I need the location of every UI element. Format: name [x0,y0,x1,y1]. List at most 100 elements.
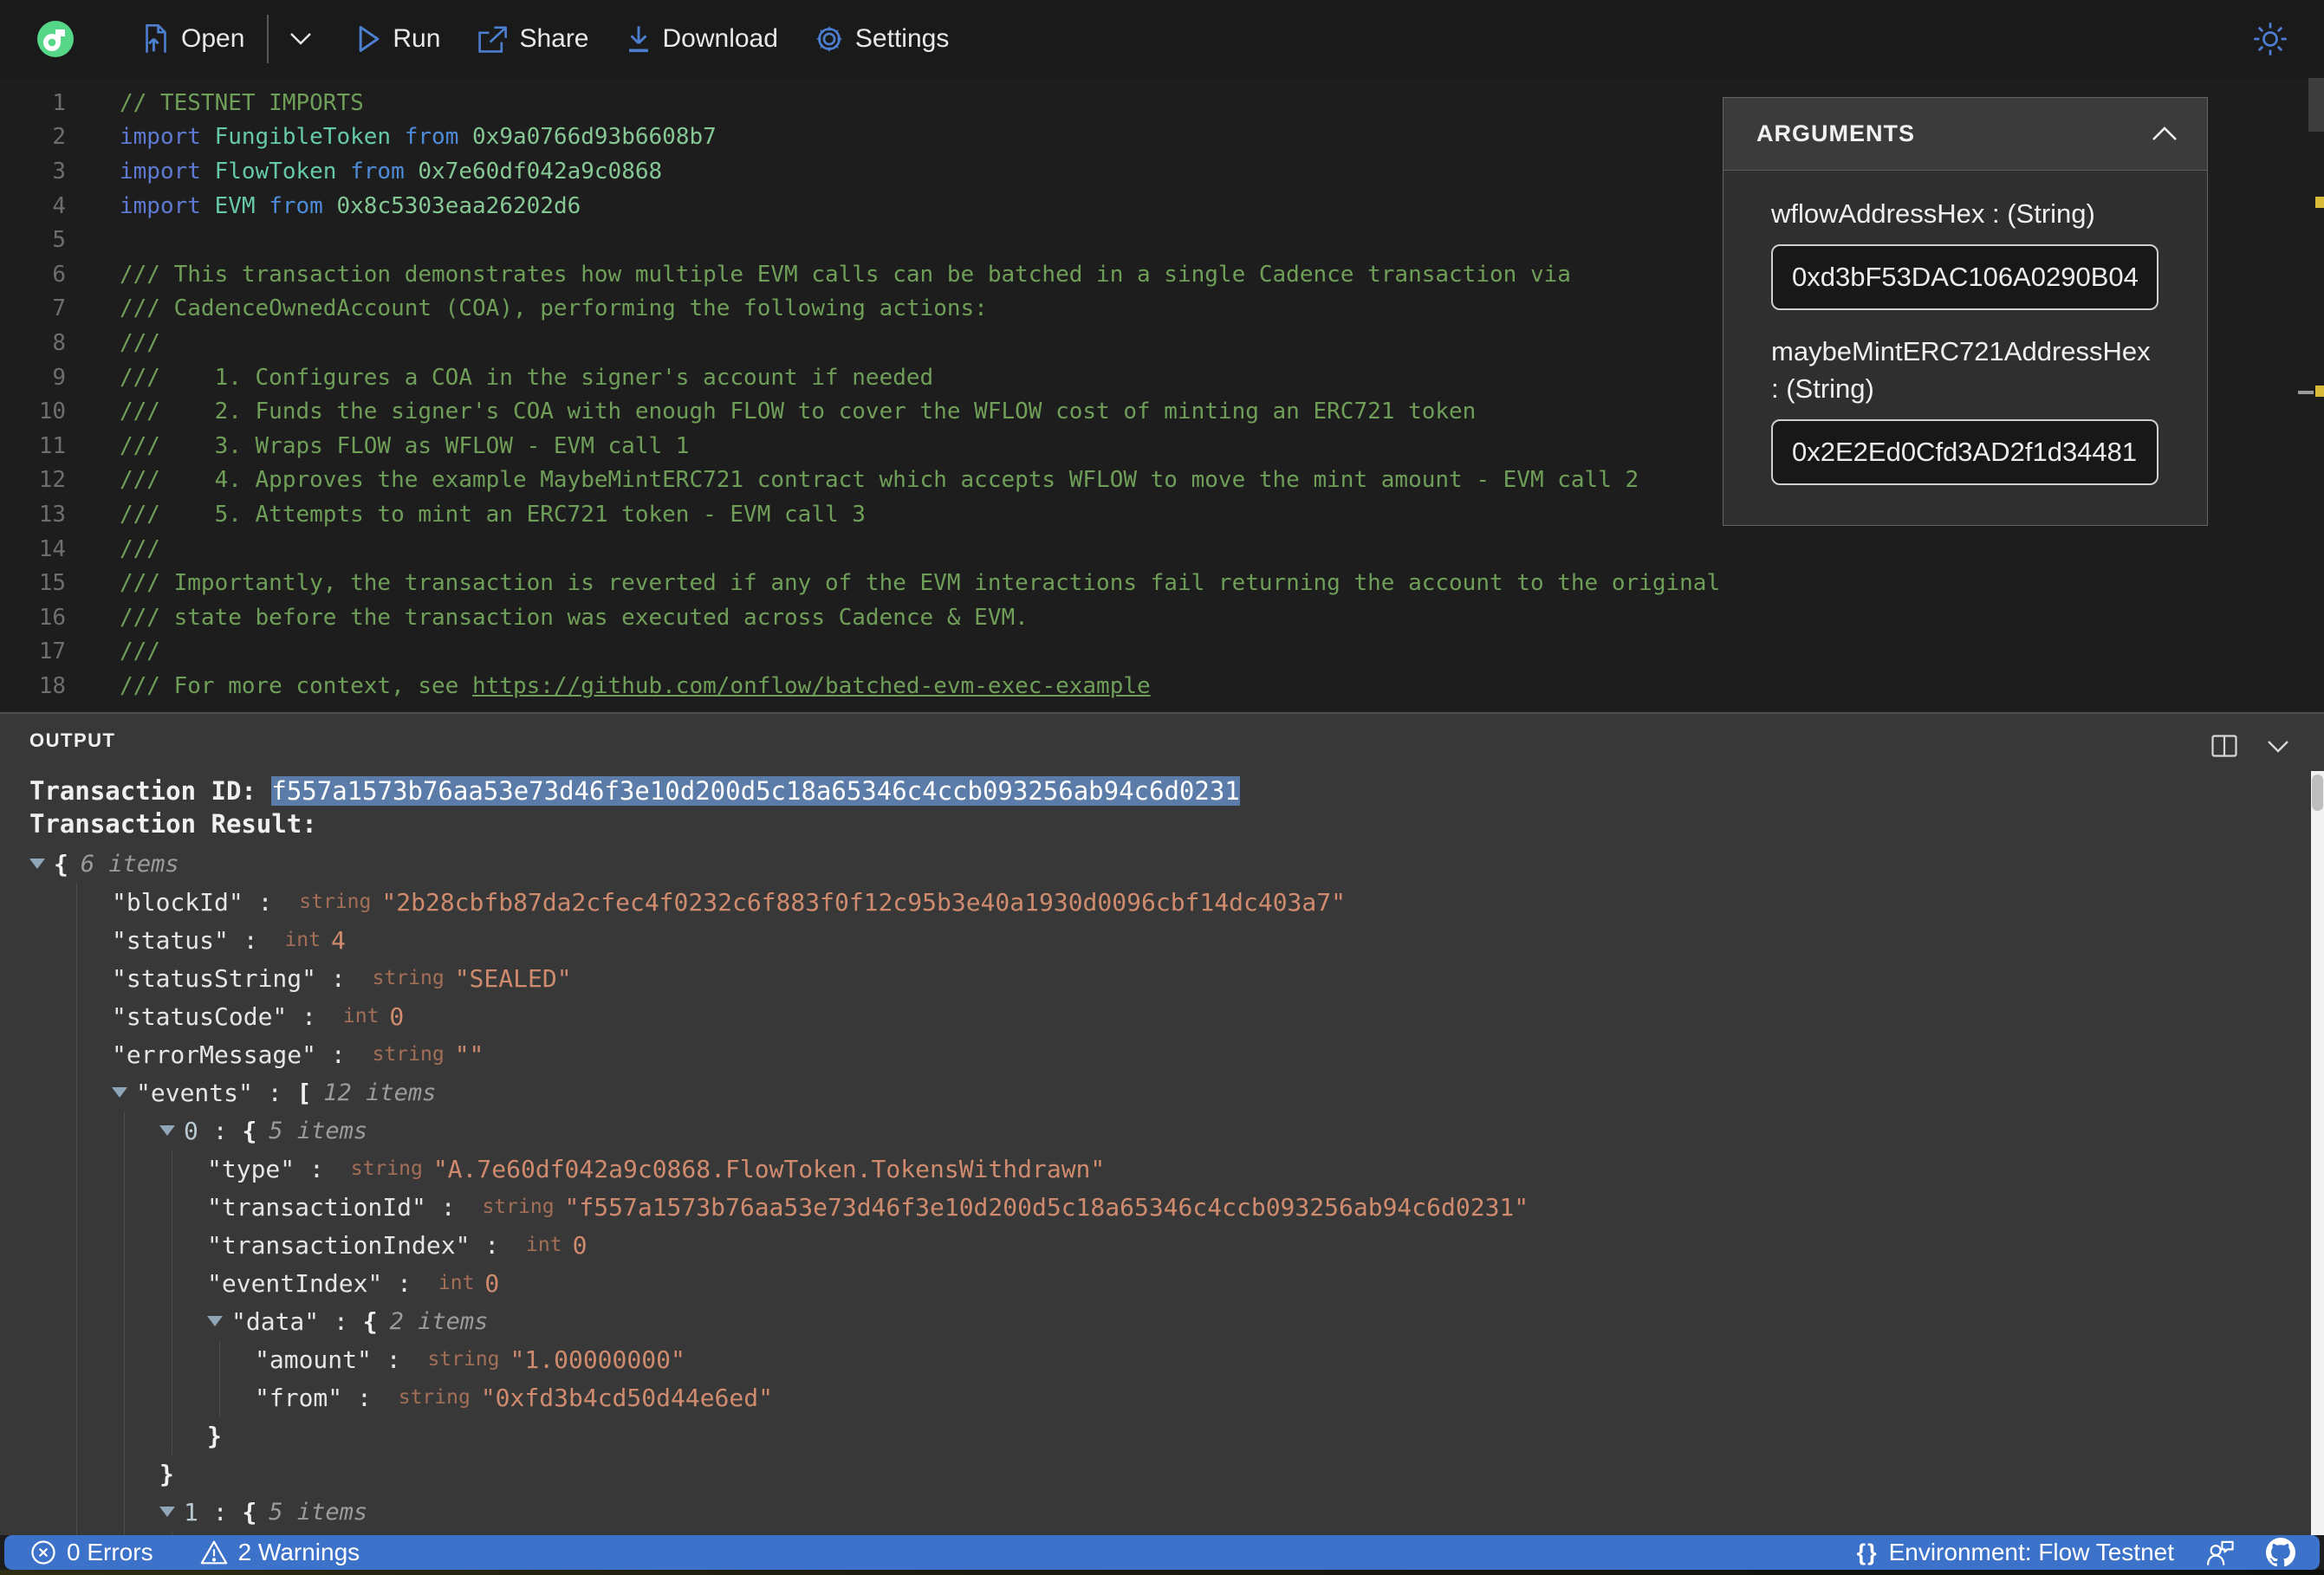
code-token: /// 5. Attempts to mint an ERC721 token … [120,501,866,528]
code-token: FungibleToken [214,124,392,151]
tree-row: "errorMessage" : string "" [77,1035,2324,1073]
code-token: /// [120,329,160,356]
tree-row: {6 items [29,845,2324,883]
code-link[interactable]: https://github.com/onflow/batched-evm-ex… [472,673,1151,699]
code-line: 14 /// [0,532,2324,567]
line-number: 14 [38,535,66,562]
error-icon [31,1540,55,1565]
tree-key: "eventIndex" [207,1268,383,1298]
output-panel: OUTPUT Transaction ID: f557a1573b76aa53e… [0,712,2324,1535]
code-token: 0x7e60df042a9c0868 [418,158,663,185]
download-button[interactable]: Download [626,24,778,54]
flow-logo[interactable] [36,20,75,58]
chevron-up-icon[interactable] [2152,126,2178,141]
code-token: import [120,192,201,219]
code-token: /// state before the transaction was exe… [120,604,1029,631]
line-number: 9 [52,364,66,391]
github-icon [2266,1538,2295,1567]
output-scrollbar-thumb[interactable] [2312,775,2323,811]
tree-colon: : [243,887,288,917]
tree-key: "status" [112,925,229,955]
theme-toggle-button[interactable] [2253,22,2288,56]
line-number: 10 [38,399,66,425]
arguments-header[interactable]: ARGUMENTS [1724,98,2207,171]
github-link[interactable] [2266,1538,2295,1567]
environment-indicator[interactable]: {} Environment: Flow Testnet [1857,1539,2174,1566]
tree-item-count: 12 items [323,1079,437,1106]
run-button[interactable]: Run [357,24,440,54]
tree-row: "transactionId" : string "f557a1573b76aa5… [172,1188,2324,1226]
share-icon [478,26,508,53]
expand-toggle-icon[interactable] [159,1507,175,1517]
tree-close-row: } [125,1455,2324,1493]
tree-key: "type" [207,1154,295,1183]
split-panel-icon[interactable] [2211,735,2237,757]
warning-marker [2315,197,2324,208]
tree-item-count: 6 items [80,850,179,878]
collapse-output-icon[interactable] [2267,740,2289,753]
argument-label-wflow: wflowAddressHex : (String) [1771,198,2095,229]
download-label: Download [662,24,778,53]
tree-row: "events" : [12 items [77,1073,2324,1112]
argument-input-maybemint[interactable] [1771,419,2158,485]
status-bar-left: 0 Errors 2 Warnings [30,1539,360,1566]
code-token: /// [120,638,160,665]
line-number: 1 [52,89,66,116]
share-button[interactable]: Share [477,24,589,54]
expand-toggle-icon[interactable] [159,1125,175,1136]
feedback-button[interactable] [2205,1539,2235,1566]
gear-icon [815,25,843,53]
tree-colon: : [316,1040,360,1069]
code-token: from [269,192,323,219]
tree-open-bracket: { [54,849,68,878]
output-header: OUTPUT [0,714,2324,757]
expand-toggle-icon[interactable] [207,1316,223,1326]
tree-row: "status" : int 4 [77,921,2324,959]
tree-item-count: 5 items [269,1498,368,1526]
line-number: 6 [52,261,66,288]
tree-colon: : [228,925,273,955]
tree-row: 0 : {5 items [125,1112,2324,1150]
open-button[interactable]: Open [142,24,244,54]
expand-toggle-icon[interactable] [112,1087,127,1098]
tree-row: "blockId" : string "2b28cbfb87da2cfec4f02… [77,883,2324,921]
code-token: 0x9a0766d93b6608b7 [472,124,717,151]
warning-icon [200,1540,227,1565]
tree-row: "type" : string "A.7e60df042a9c0868.FlowT… [172,1150,2324,1188]
settings-button[interactable]: Settings [815,24,949,54]
tree-value-type: int [284,929,321,951]
flow-logo-icon [37,21,74,57]
argument-input-wflow[interactable] [1771,244,2158,310]
tree-key: "transactionId" [207,1192,426,1222]
arguments-body: wflowAddressHex : (String) maybeMintERC7… [1724,171,2207,525]
editor-scrollbar-thumb[interactable] [2308,78,2324,132]
run-label: Run [393,24,441,53]
transaction-result-label: Transaction Result: [29,809,317,839]
code-text: /// Importantly, the transaction is reve… [66,570,1720,596]
ruler-line-marker [2298,391,2314,394]
open-dropdown-button[interactable] [289,32,312,46]
tree-value: 0 [389,1001,405,1031]
tree-close-bracket: } [207,1421,222,1450]
output-scrollbar[interactable] [2311,771,2324,1535]
share-label: Share [519,24,589,53]
code-token: import [120,124,201,151]
person-feedback-icon [2206,1540,2234,1565]
braces-icon: {} [1856,1539,1879,1565]
tree-value: "1.00000000" [510,1345,685,1374]
line-number: 3 [52,158,66,185]
code-text: import EVM from 0x8c5303eaa26202d6 [66,193,581,219]
arguments-panel: ARGUMENTS wflowAddressHex : (String) may… [1723,97,2208,526]
code-token: /// For more context, see [120,672,472,699]
editor-scrollbar[interactable] [2298,78,2324,712]
warnings-indicator[interactable]: 2 Warnings [200,1539,360,1566]
errors-indicator[interactable]: 0 Errors [30,1539,153,1566]
expand-toggle-icon[interactable] [29,859,45,869]
tree-value: 0 [572,1230,587,1260]
status-bar-right: {} Environment: Flow Testnet [1857,1538,2295,1567]
code-token: /// [120,535,160,562]
code-text: /// CadenceOwnedAccount (COA), performin… [66,295,988,321]
